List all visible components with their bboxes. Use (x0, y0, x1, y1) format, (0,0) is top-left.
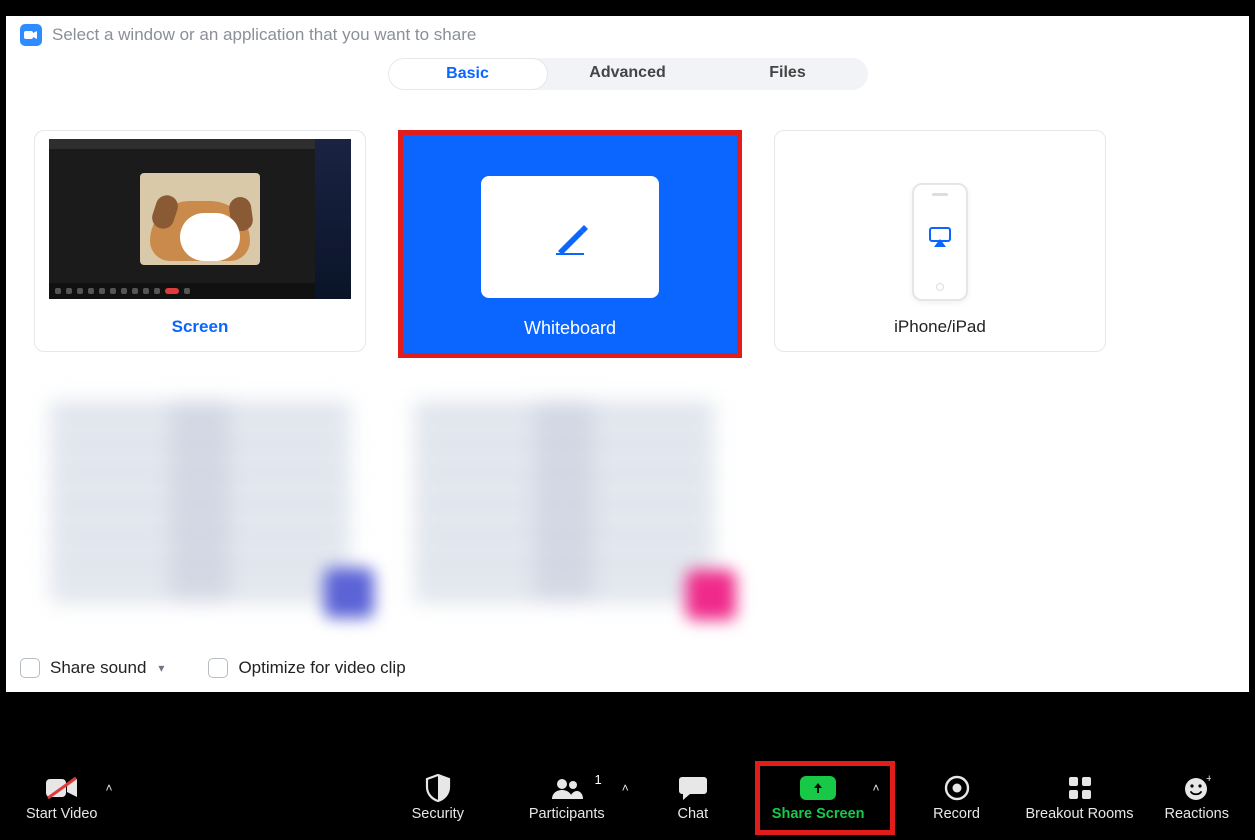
breakout-rooms-label: Breakout Rooms (1026, 806, 1134, 822)
tab-basic[interactable]: Basic (388, 58, 548, 90)
reactions-label: Reactions (1165, 806, 1229, 822)
share-screen-dialog: Select a window or an application that y… (6, 16, 1249, 692)
checkbox-icon (20, 658, 40, 678)
share-screen-button[interactable]: Share Screen (764, 774, 873, 822)
share-tabs: Basic Advanced Files (6, 58, 1249, 90)
tab-advanced[interactable]: Advanced (548, 58, 708, 90)
start-video-label: Start Video (26, 806, 97, 822)
share-screen-highlight: Share Screen ˄ (755, 761, 895, 835)
screen-thumbnail (49, 139, 351, 299)
meeting-toolbar: Start Video ˄ Security 1 Participants ˄ … (0, 756, 1255, 840)
breakout-rooms-icon (1067, 774, 1093, 802)
airplay-icon (928, 227, 952, 252)
whiteboard-thumbnail (481, 176, 659, 298)
share-option-whiteboard-label: Whiteboard (524, 318, 616, 339)
record-label: Record (933, 806, 980, 822)
optimize-video-checkbox[interactable]: Optimize for video clip (208, 658, 405, 678)
shield-icon (425, 774, 451, 802)
reactions-button[interactable]: + Reactions (1157, 774, 1237, 822)
participants-count: 1 (595, 772, 602, 787)
share-option-whiteboard[interactable]: Whiteboard (398, 130, 742, 358)
chat-button[interactable]: Chat (653, 774, 733, 822)
security-label: Security (412, 806, 464, 822)
dialog-header: Select a window or an application that y… (6, 16, 1249, 50)
share-option-screen-label: Screen (172, 317, 229, 337)
share-screen-icon (800, 774, 836, 802)
share-screen-label: Share Screen (772, 806, 865, 822)
start-video-button[interactable]: Start Video (18, 774, 105, 822)
share-source-grid: Screen Whiteboard iPhone/iPad (6, 90, 1249, 622)
video-off-icon (45, 774, 79, 802)
reactions-icon: + (1183, 774, 1211, 802)
pencil-icon (550, 217, 590, 257)
tab-files[interactable]: Files (708, 58, 868, 90)
chat-icon (678, 774, 708, 802)
zoom-logo-icon (20, 24, 42, 46)
breakout-rooms-button[interactable]: Breakout Rooms (1015, 774, 1145, 822)
participants-icon (550, 774, 584, 802)
share-sound-checkbox[interactable]: Share sound ▾ (20, 658, 164, 678)
record-icon (944, 774, 970, 802)
participants-options-chevron[interactable]: ˄ (622, 781, 629, 795)
share-option-iphone-label: iPhone/iPad (894, 317, 986, 337)
share-option-window-1[interactable] (34, 390, 366, 612)
share-option-iphone-ipad[interactable]: iPhone/iPad (774, 130, 1106, 352)
share-option-screen[interactable]: Screen (34, 130, 366, 352)
record-button[interactable]: Record (917, 774, 997, 822)
iphone-thumbnail (912, 183, 968, 301)
checkbox-icon (208, 658, 228, 678)
video-options-chevron[interactable]: ˄ (105, 781, 112, 795)
chevron-down-icon[interactable]: ▾ (158, 661, 164, 675)
share-option-window-2[interactable] (398, 390, 730, 612)
svg-text:+: + (1206, 775, 1211, 785)
security-button[interactable]: Security (398, 774, 478, 822)
dog-image-placeholder (140, 173, 260, 265)
participants-label: Participants (529, 806, 605, 822)
chat-label: Chat (677, 806, 708, 822)
share-options-row: Share sound ▾ Optimize for video clip (20, 658, 406, 678)
dialog-title: Select a window or an application that y… (52, 25, 476, 45)
optimize-video-label: Optimize for video clip (238, 658, 405, 678)
participants-button[interactable]: 1 Participants (512, 774, 622, 822)
share-screen-options-chevron[interactable]: ˄ (873, 781, 880, 795)
share-sound-label: Share sound (50, 658, 146, 678)
